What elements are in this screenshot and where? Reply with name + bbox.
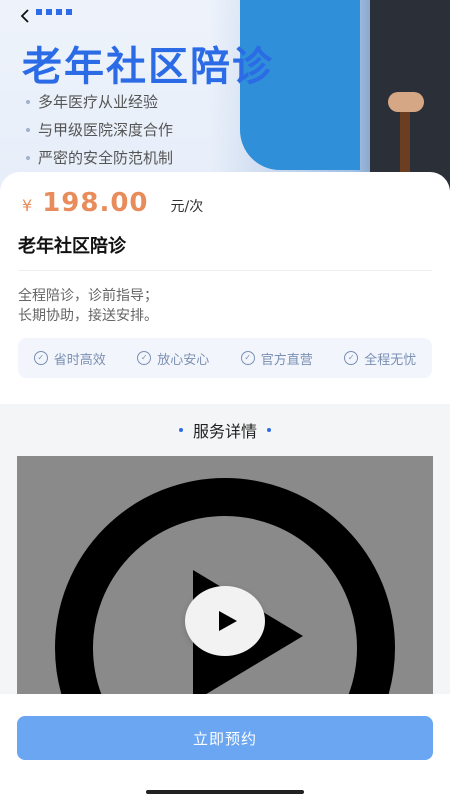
feature-tags: ✓ 省时高效 ✓ 放心安心 ✓ 官方直营 ✓ 全程无忧 bbox=[18, 338, 432, 378]
currency-symbol: ¥ bbox=[22, 196, 33, 215]
play-icon bbox=[219, 611, 237, 631]
feature-tag: ✓ 官方直营 bbox=[240, 349, 313, 368]
decor-dots bbox=[36, 9, 72, 15]
hand-shape bbox=[388, 92, 424, 112]
decor-dot bbox=[267, 428, 271, 432]
service-title: 老年社区陪诊 bbox=[18, 236, 126, 257]
hero-bullet: 严密的安全防范机制 bbox=[26, 144, 173, 172]
section-header: 服务详情 bbox=[0, 404, 450, 456]
service-description: 全程陪诊，诊前指导； 长期协助，接送安排。 bbox=[18, 288, 158, 324]
hero-title: 老年社区陪诊 bbox=[22, 44, 274, 90]
feature-tag: ✓ 放心安心 bbox=[137, 349, 209, 368]
price-amount: 198.00 bbox=[42, 188, 149, 218]
check-circle-icon: ✓ bbox=[137, 351, 152, 365]
hero-bullets: 多年医疗从业经验 与甲级医院深度合作 严密的安全防范机制 bbox=[26, 88, 173, 172]
hero-bullet: 多年医疗从业经验 bbox=[26, 88, 173, 116]
check-circle-icon: ✓ bbox=[33, 351, 48, 365]
video-player[interactable] bbox=[17, 456, 433, 694]
back-icon[interactable] bbox=[18, 8, 34, 24]
section-title: 服务详情 bbox=[192, 422, 257, 441]
divider bbox=[18, 270, 432, 271]
decor-dot bbox=[178, 428, 183, 432]
check-circle-icon: ✓ bbox=[240, 351, 255, 365]
price-unit: 元/次 bbox=[170, 199, 204, 215]
play-button[interactable] bbox=[185, 586, 265, 656]
hero-banner: 老年社区陪诊 多年医疗从业经验 与甲级医院深度合作 严密的安全防范机制 bbox=[0, 0, 450, 190]
feature-tag: ✓ 全程无忧 bbox=[344, 349, 416, 368]
check-circle-icon: ✓ bbox=[344, 351, 359, 365]
feature-tag: ✓ 省时高效 bbox=[33, 349, 106, 368]
book-now-button[interactable]: 立即预约 bbox=[17, 716, 433, 760]
hero-bullet: 与甲级医院深度合作 bbox=[26, 116, 173, 144]
price-block: ¥ 198.00 元/次 bbox=[22, 188, 203, 218]
bottom-bar: 立即预约 bbox=[0, 694, 450, 800]
home-indicator bbox=[146, 790, 304, 794]
service-card: ¥ 198.00 元/次 老年社区陪诊 全程陪诊，诊前指导； 长期协助，接送安排… bbox=[0, 172, 450, 404]
